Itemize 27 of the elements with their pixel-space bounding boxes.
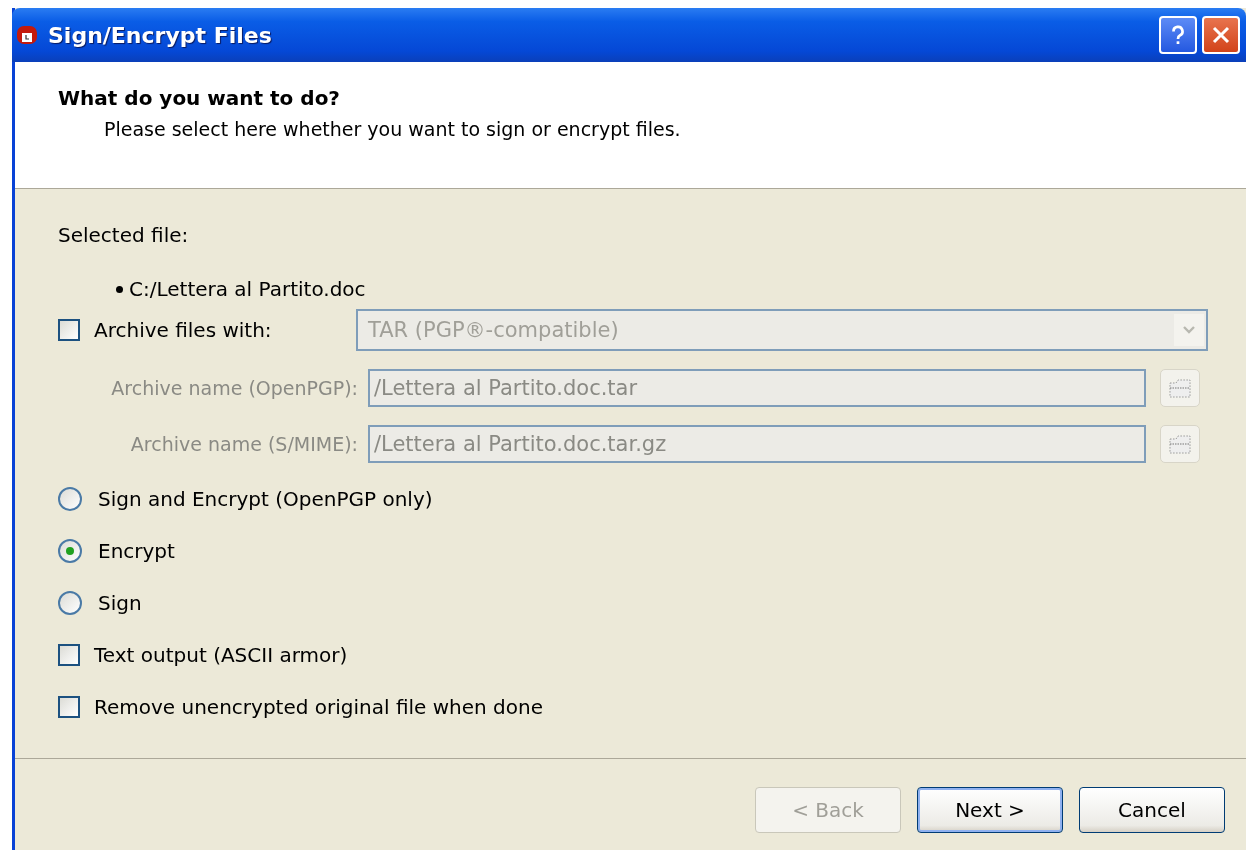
app-icon (16, 24, 38, 46)
file-path: C:/Lettera al Partito.doc (129, 277, 366, 301)
checkbox-label: Remove unencrypted original file when done (94, 695, 543, 719)
help-button[interactable] (1159, 16, 1197, 54)
window-title: Sign/Encrypt Files (48, 22, 273, 48)
radio-label: Encrypt (98, 539, 175, 563)
radio-label: Sign and Encrypt (OpenPGP only) (98, 487, 433, 511)
bullet-icon (116, 285, 123, 293)
close-icon (1211, 25, 1231, 45)
page-heading: What do you want to do? (58, 86, 341, 110)
field-label: Archive name (OpenPGP): (110, 377, 358, 399)
wizard-button[interactable]: Cancel (1079, 787, 1225, 833)
field-label: Archive name (S/MIME): (129, 433, 358, 455)
help-icon (1169, 23, 1187, 47)
selected-file-label: Selected file: (58, 223, 190, 247)
checkbox-label: Archive files with: (94, 318, 272, 342)
wizard-button[interactable]: Next > (917, 787, 1063, 833)
close-button[interactable] (1202, 16, 1240, 54)
checkbox-label: Text output (ASCII armor) (94, 643, 348, 667)
radio-button[interactable] (58, 539, 82, 563)
page-subtitle: Please select here whether you want to sign or encrypt files. (104, 118, 682, 140)
checkbox[interactable] (58, 644, 80, 666)
radio-label: Sign (98, 591, 142, 615)
radio-button[interactable] (58, 487, 82, 511)
chevron-down-icon (1182, 325, 1196, 335)
checkbox[interactable] (58, 696, 80, 718)
radio-button[interactable] (58, 591, 82, 615)
